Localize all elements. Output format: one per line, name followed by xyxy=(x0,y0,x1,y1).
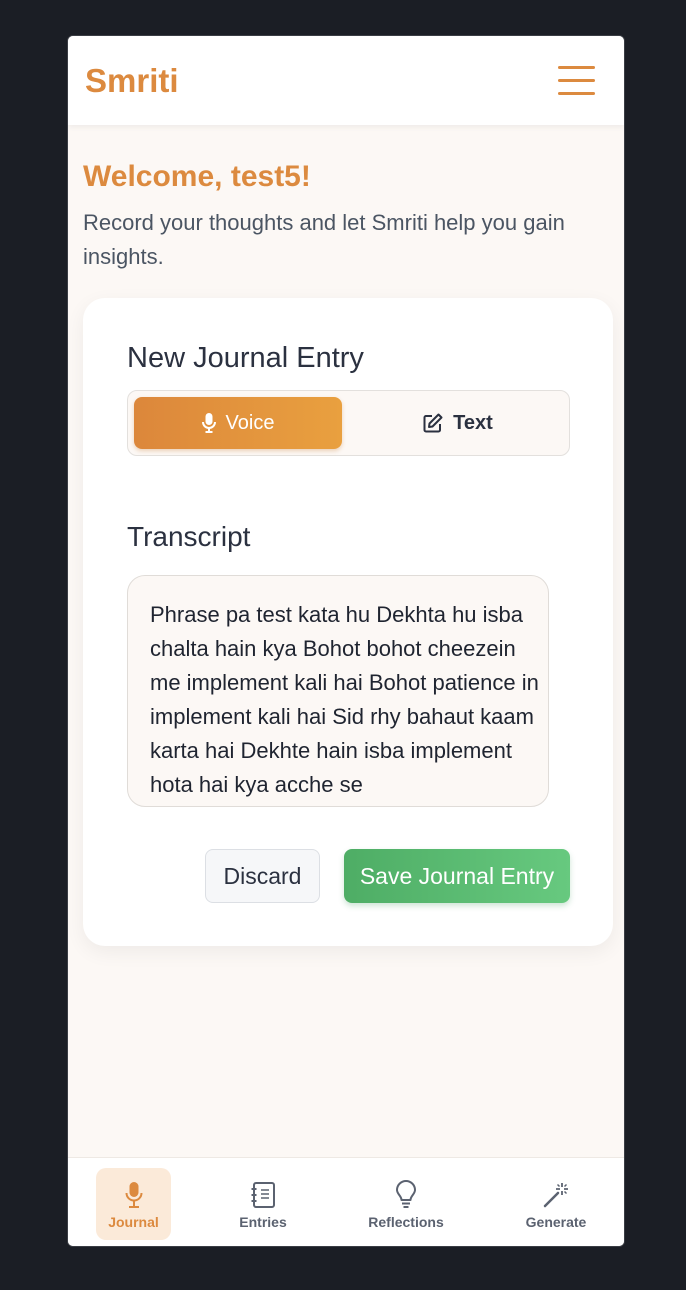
card-title: New Journal Entry xyxy=(127,342,364,374)
microphone-icon xyxy=(201,413,216,433)
nav-label-generate: Generate xyxy=(525,1214,587,1230)
text-mode-label: Text xyxy=(453,411,493,434)
brand-logo[interactable]: Smriti xyxy=(85,62,179,100)
save-journal-entry-button[interactable]: Save Journal Entry xyxy=(344,849,570,903)
lightbulb-icon xyxy=(396,1180,416,1208)
text-mode-button[interactable]: Text xyxy=(354,397,562,449)
magic-wand-icon xyxy=(543,1183,568,1208)
transcript-text[interactable]: Phrase pa test kata hu Dekhta hu isba ch… xyxy=(127,575,549,807)
microphone-icon xyxy=(125,1182,142,1208)
notebook-icon xyxy=(251,1182,275,1208)
app-screen: Smriti Welcome, test5! Record your thoug… xyxy=(67,35,625,1247)
voice-mode-button[interactable]: Voice xyxy=(134,397,342,449)
entry-mode-toggle: Voice Text xyxy=(127,390,570,456)
nav-label-entries: Entries xyxy=(239,1214,287,1230)
transcript-heading: Transcript xyxy=(127,521,251,552)
welcome-subtitle: Record your thoughts and let Smriti help… xyxy=(83,210,565,269)
discard-button[interactable]: Discard xyxy=(205,849,320,903)
top-bar: Smriti xyxy=(68,36,624,125)
edit-icon xyxy=(423,413,443,433)
nav-item-journal[interactable]: Journal xyxy=(96,1168,171,1240)
welcome-title: Welcome, test5! xyxy=(83,160,311,193)
nav-item-entries[interactable]: Entries xyxy=(228,1168,298,1240)
nav-label-journal: Journal xyxy=(108,1214,159,1230)
voice-mode-label: Voice xyxy=(225,411,275,434)
journal-entry-card: New Journal Entry Voice Text Transcript … xyxy=(83,298,613,946)
nav-item-reflections[interactable]: Reflections xyxy=(356,1168,456,1240)
nav-item-generate[interactable]: Generate xyxy=(516,1168,596,1240)
bottom-navigation: Journal Entries Reflections Generate xyxy=(68,1157,624,1246)
nav-label-reflections: Reflections xyxy=(368,1214,444,1230)
menu-icon[interactable] xyxy=(558,66,595,96)
